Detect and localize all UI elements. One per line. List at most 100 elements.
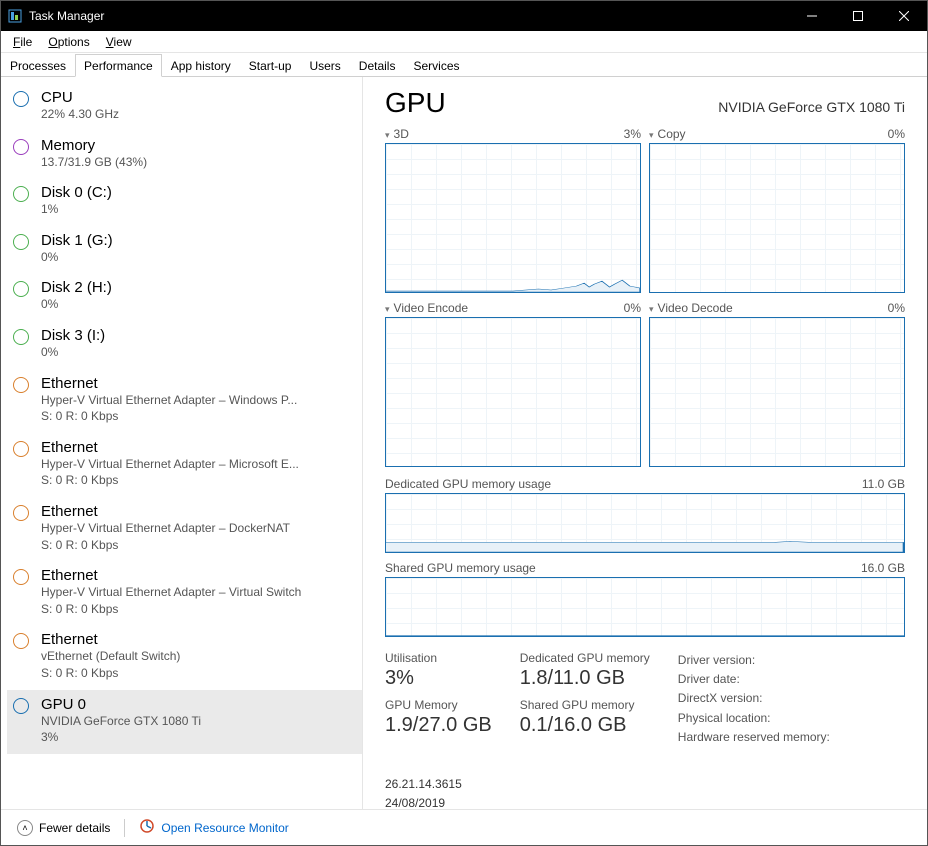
chart-engine-selector[interactable]: ▾Video Decode — [649, 301, 733, 315]
tab-services[interactable]: Services — [404, 54, 468, 77]
chart-pct: 3% — [624, 127, 641, 141]
window-title: Task Manager — [29, 9, 104, 23]
tabstrip: Processes Performance App history Start-… — [1, 53, 927, 77]
engine-chart-3 — [649, 317, 905, 467]
sidebar-item-sub: Hyper-V Virtual Ethernet Adapter – Windo… — [41, 393, 297, 409]
sidebar-item-title: Disk 1 (G:) — [41, 232, 113, 249]
sidebar-item-0[interactable]: CPU22% 4.30 GHz — [7, 83, 362, 131]
info-directx-label: DirectX version: — [678, 689, 848, 708]
sidebar-item-title: Ethernet — [41, 567, 301, 584]
usage-circle-icon — [13, 186, 31, 204]
sidebar-item-title: CPU — [41, 89, 119, 106]
gpu-model: NVIDIA GeForce GTX 1080 Ti — [718, 99, 905, 115]
info-driver-ver: 26.21.14.3615 — [385, 775, 476, 794]
sidebar-item-sub2: 3% — [41, 730, 201, 746]
engine-chart-2 — [385, 317, 641, 467]
dedicated-mem-label: Dedicated GPU memory usage — [385, 477, 551, 491]
usage-circle-icon — [13, 505, 31, 523]
chart-name: Video Encode — [394, 301, 469, 315]
engine-chart-1 — [649, 143, 905, 293]
sidebar-item-3[interactable]: Disk 1 (G:)0% — [7, 226, 362, 274]
sidebar-item-title: Ethernet — [41, 439, 299, 456]
usage-circle-icon — [13, 441, 31, 459]
dedicated-mem-max: 11.0 GB — [862, 477, 905, 491]
sidebar-item-title: Disk 2 (H:) — [41, 279, 112, 296]
gpumem-value: 1.9/27.0 GB — [385, 714, 492, 737]
sidebar-item-1[interactable]: Memory13.7/31.9 GB (43%) — [7, 131, 362, 179]
sidebar-item-sub: 0% — [41, 297, 112, 313]
sidebar-item-5[interactable]: Disk 3 (I:)0% — [7, 321, 362, 369]
menu-view[interactable]: View — [98, 33, 140, 51]
sidebar-item-title: Disk 0 (C:) — [41, 184, 112, 201]
sidebar-item-6[interactable]: EthernetHyper-V Virtual Ethernet Adapter… — [7, 369, 362, 433]
usage-circle-icon — [13, 91, 31, 109]
info-driver-date: 24/08/2019 — [385, 794, 476, 809]
sidebar-item-sub2: S: 0 R: 0 Kbps — [41, 473, 299, 489]
sidebar-item-sub: 0% — [41, 345, 105, 361]
fewer-details-button[interactable]: ˄ Fewer details — [11, 818, 116, 838]
sidebar-item-sub: Hyper-V Virtual Ethernet Adapter – Virtu… — [41, 585, 301, 601]
open-resource-monitor-link[interactable]: Open Resource Monitor — [133, 816, 294, 839]
close-button[interactable] — [881, 1, 927, 31]
chart-pct: 0% — [888, 301, 905, 315]
minimize-button[interactable] — [789, 1, 835, 31]
maximize-button[interactable] — [835, 1, 881, 31]
tab-performance[interactable]: Performance — [75, 54, 162, 77]
usage-circle-icon — [13, 377, 31, 395]
chart-engine-selector[interactable]: ▾Video Encode — [385, 301, 468, 315]
sidebar-item-9[interactable]: EthernetHyper-V Virtual Ethernet Adapter… — [7, 561, 362, 625]
sidebar[interactable]: CPU22% 4.30 GHzMemory13.7/31.9 GB (43%)D… — [1, 77, 363, 809]
engine-chart-0 — [385, 143, 641, 293]
chart-engine-selector[interactable]: ▾Copy — [649, 127, 686, 141]
shared-mem-label: Shared GPU memory usage — [385, 561, 536, 575]
sidebar-item-title: Memory — [41, 137, 147, 154]
chart-name: 3D — [394, 127, 409, 141]
sidebar-item-8[interactable]: EthernetHyper-V Virtual Ethernet Adapter… — [7, 497, 362, 561]
dedicated-mem-chart — [385, 493, 905, 553]
sidebar-item-sub: Hyper-V Virtual Ethernet Adapter – Docke… — [41, 521, 290, 537]
sidebar-item-sub: 0% — [41, 250, 113, 266]
tab-processes[interactable]: Processes — [1, 54, 75, 77]
usage-circle-icon — [13, 569, 31, 587]
tab-startup[interactable]: Start-up — [240, 54, 301, 77]
usage-circle-icon — [13, 281, 31, 299]
usage-circle-icon — [13, 234, 31, 252]
titlebar[interactable]: Task Manager — [1, 1, 927, 31]
sidebar-item-sub2: S: 0 R: 0 Kbps — [41, 409, 297, 425]
menu-options[interactable]: Options — [40, 33, 97, 51]
info-reserved-label: Hardware reserved memory: — [678, 728, 848, 747]
info-loc-label: Physical location: — [678, 709, 848, 728]
resource-monitor-icon — [139, 818, 155, 837]
tab-app-history[interactable]: App history — [162, 54, 240, 77]
app-icon — [7, 8, 23, 24]
tab-users[interactable]: Users — [300, 54, 349, 77]
sidebar-item-sub: 22% 4.30 GHz — [41, 107, 119, 123]
menu-file[interactable]: File — [5, 33, 40, 51]
sidebar-item-title: Ethernet — [41, 631, 180, 648]
sidebar-item-sub2: S: 0 R: 0 Kbps — [41, 538, 290, 554]
sidebar-item-sub: NVIDIA GeForce GTX 1080 Ti — [41, 714, 201, 730]
sidebar-item-11[interactable]: GPU 0NVIDIA GeForce GTX 1080 Ti3% — [7, 690, 362, 754]
sidebar-item-title: GPU 0 — [41, 696, 201, 713]
sidebar-item-sub: Hyper-V Virtual Ethernet Adapter – Micro… — [41, 457, 299, 473]
main-panel: GPU NVIDIA GeForce GTX 1080 Ti ▾3D3%▾Cop… — [363, 77, 927, 809]
ded-value: 1.8/11.0 GB — [520, 667, 650, 690]
sidebar-item-sub2: S: 0 R: 0 Kbps — [41, 666, 180, 682]
sidebar-item-7[interactable]: EthernetHyper-V Virtual Ethernet Adapter… — [7, 433, 362, 497]
info-driver-date-label: Driver date: — [678, 670, 848, 689]
sidebar-item-10[interactable]: EthernetvEthernet (Default Switch)S: 0 R… — [7, 625, 362, 689]
shared-mem-max: 16.0 GB — [861, 561, 905, 575]
info-driver-ver-label: Driver version: — [678, 651, 848, 670]
shared-mem-chart — [385, 577, 905, 637]
tab-details[interactable]: Details — [350, 54, 405, 77]
sidebar-item-4[interactable]: Disk 2 (H:)0% — [7, 273, 362, 321]
util-value: 3% — [385, 667, 492, 690]
shr-label: Shared GPU memory — [520, 698, 650, 712]
usage-circle-icon — [13, 633, 31, 651]
sidebar-item-sub: 13.7/31.9 GB (43%) — [41, 155, 147, 171]
usage-circle-icon — [13, 329, 31, 347]
usage-circle-icon — [13, 139, 31, 157]
chart-engine-selector[interactable]: ▾3D — [385, 127, 409, 141]
sidebar-item-2[interactable]: Disk 0 (C:)1% — [7, 178, 362, 226]
footer: ˄ Fewer details Open Resource Monitor — [1, 809, 927, 845]
